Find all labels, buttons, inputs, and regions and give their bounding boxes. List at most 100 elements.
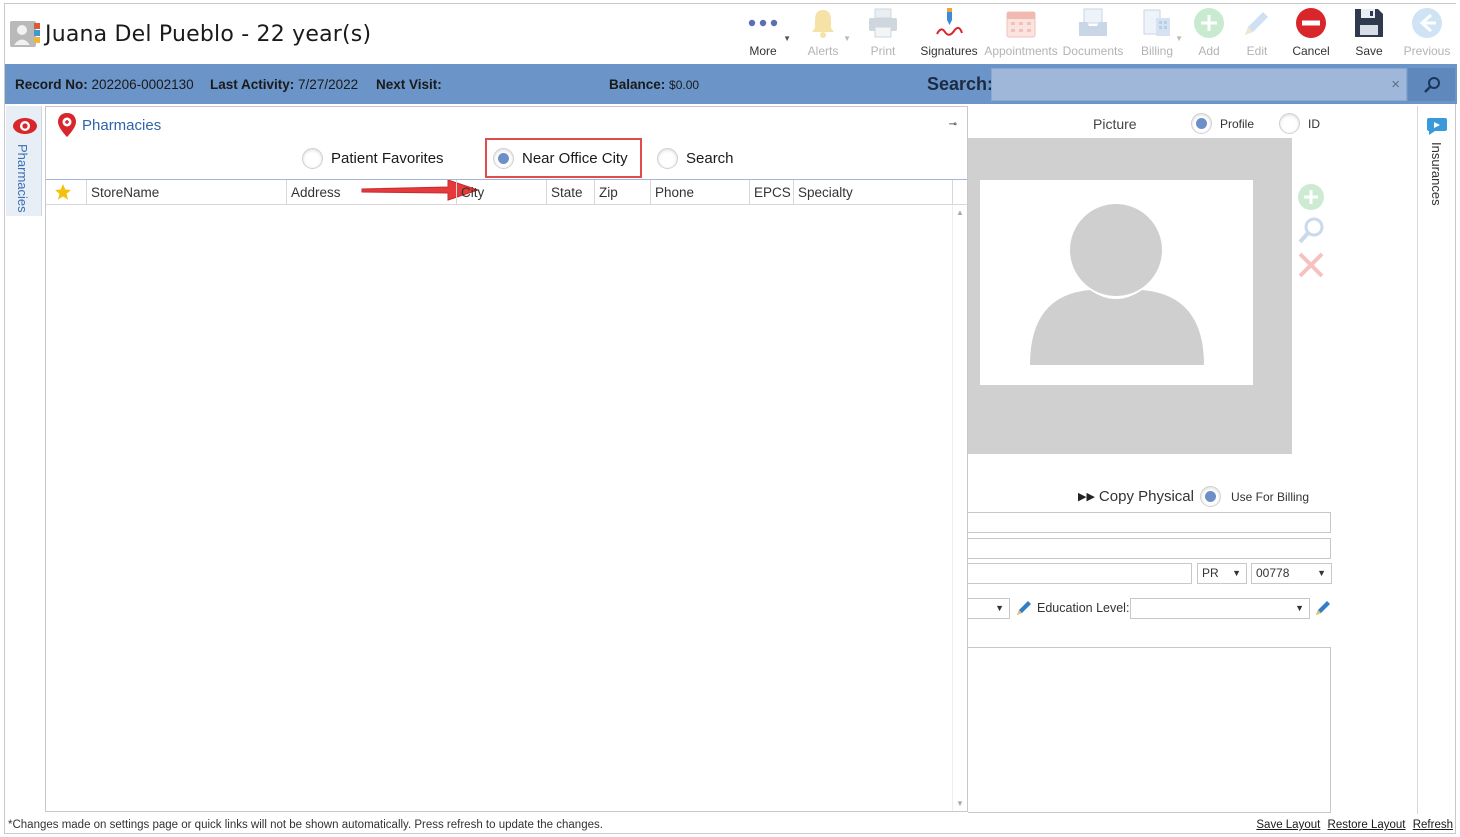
next-visit-label: Next Visit: bbox=[376, 77, 442, 92]
occupation-select[interactable]: ▼ bbox=[968, 598, 1010, 619]
column-header-phone[interactable]: Phone bbox=[651, 180, 750, 205]
save-button[interactable]: Save bbox=[1341, 6, 1397, 62]
address-line-1-field[interactable] bbox=[968, 512, 1331, 533]
edit-button[interactable]: Edit bbox=[1233, 6, 1281, 62]
toolbar-button-label: Alerts bbox=[807, 44, 839, 58]
toolbar-button-label: Save bbox=[1355, 44, 1383, 58]
pharmacies-title: Pharmacies bbox=[82, 117, 162, 134]
toolbar-button-label: Edit bbox=[1246, 44, 1268, 58]
toolbar-button-label: Appointments bbox=[984, 44, 1058, 58]
radio-profile[interactable]: Profile bbox=[1191, 113, 1254, 134]
vertical-scrollbar[interactable]: ▲ ▼ bbox=[952, 205, 967, 811]
copy-physical-button[interactable]: ▶▶ Copy Physical bbox=[1078, 488, 1194, 505]
patient-info-bar: Record No: 202206-0002130 Last Activity:… bbox=[5, 64, 1457, 104]
footer-bar: *Changes made on settings page or quick … bbox=[5, 816, 1457, 835]
signature-pen-icon bbox=[932, 6, 966, 40]
city-field[interactable] bbox=[968, 563, 1192, 584]
documents-tray-icon bbox=[1076, 6, 1110, 40]
state-select[interactable]: PR ▼ bbox=[1197, 563, 1247, 584]
toolbar-button-label: Print bbox=[870, 44, 896, 58]
more-button[interactable]: More ▼ bbox=[733, 6, 793, 62]
column-header-address[interactable]: Address bbox=[287, 180, 457, 205]
column-header-city[interactable]: City bbox=[457, 180, 547, 205]
avatar-placeholder-icon bbox=[1030, 204, 1204, 365]
location-pin-icon bbox=[58, 113, 76, 137]
insurances-side-tab-label: Insurances bbox=[1429, 142, 1444, 206]
toolbar-button-label: More bbox=[749, 44, 777, 58]
radio-label: ID bbox=[1308, 116, 1320, 131]
patient-name-title: Juana Del Pueblo - 22 year(s) bbox=[45, 22, 372, 47]
last-activity-value: 7/27/2022 bbox=[298, 77, 359, 92]
scroll-up-arrow-icon[interactable]: ▲ bbox=[956, 208, 964, 217]
search-clear-icon[interactable]: × bbox=[1391, 76, 1400, 93]
alerts-button[interactable]: Alerts ▼ bbox=[793, 6, 853, 62]
eye-icon bbox=[13, 118, 37, 134]
radio-dot-selected bbox=[1200, 486, 1221, 507]
column-header-zip[interactable]: Zip bbox=[595, 180, 651, 205]
dropdown-caret-icon[interactable]: ▼ bbox=[1175, 34, 1183, 43]
panel-pin-icon[interactable]: ⊸ bbox=[949, 119, 957, 130]
zip-select[interactable]: 00778 ▼ bbox=[1251, 563, 1332, 584]
double-arrow-icon: ▶▶ bbox=[1078, 491, 1095, 503]
previous-button[interactable]: Previous bbox=[1397, 6, 1457, 62]
search-button[interactable] bbox=[1408, 68, 1455, 101]
add-button[interactable]: Add bbox=[1185, 6, 1233, 62]
radio-label: Search bbox=[686, 150, 734, 167]
add-picture-icon[interactable] bbox=[1296, 182, 1326, 212]
dropdown-caret-icon[interactable]: ▼ bbox=[783, 34, 791, 43]
refresh-link[interactable]: Refresh bbox=[1413, 819, 1453, 831]
dropdown-caret-icon[interactable]: ▼ bbox=[843, 34, 851, 43]
pharmacies-panel: Pharmacies ⊸ Patient Favorites Near Offi… bbox=[45, 106, 968, 812]
column-header-epcs[interactable]: EPCS bbox=[750, 180, 794, 205]
toolbar-button-label: Documents bbox=[1062, 44, 1124, 58]
bell-icon bbox=[806, 6, 840, 40]
edit-pencil-icon[interactable] bbox=[1014, 598, 1034, 618]
education-level-select[interactable]: ▼ bbox=[1130, 598, 1310, 619]
chevron-down-icon: ▼ bbox=[1317, 568, 1326, 578]
billing-button[interactable]: Billing ▼ bbox=[1129, 6, 1185, 62]
appointments-button[interactable]: Appointments bbox=[984, 6, 1058, 62]
zip-value: 00778 bbox=[1256, 566, 1290, 580]
floppy-disk-icon bbox=[1352, 6, 1386, 40]
delete-picture-icon[interactable] bbox=[1296, 250, 1326, 280]
record-number: Record No: 202206-0002130 bbox=[15, 77, 194, 92]
address-line-2-field[interactable] bbox=[968, 538, 1331, 559]
search-input[interactable]: × bbox=[991, 68, 1407, 101]
favorite-column-header[interactable] bbox=[46, 180, 87, 205]
balance-label: Balance: bbox=[609, 77, 666, 92]
title-bar: Juana Del Pueblo - 22 year(s) More ▼ Alert… bbox=[5, 4, 1457, 64]
radio-label: Profile bbox=[1220, 116, 1255, 131]
signatures-button[interactable]: Signatures bbox=[913, 6, 985, 62]
zoom-picture-icon[interactable] bbox=[1296, 216, 1326, 246]
restore-layout-link[interactable]: Restore Layout bbox=[1328, 819, 1406, 831]
column-header-state[interactable]: State bbox=[547, 180, 595, 205]
column-header-specialty[interactable]: Specialty bbox=[794, 180, 953, 205]
radio-search[interactable]: Search bbox=[657, 148, 734, 169]
radio-patient-favorites[interactable]: Patient Favorites bbox=[302, 148, 444, 169]
toolbar-button-label: Cancel bbox=[1292, 44, 1330, 58]
print-button[interactable]: Print bbox=[853, 6, 913, 62]
cancel-button[interactable]: Cancel bbox=[1281, 6, 1341, 62]
save-layout-link[interactable]: Save Layout bbox=[1256, 819, 1320, 831]
toolbar-button-label: Add bbox=[1198, 44, 1220, 58]
pharmacies-side-tab[interactable]: Pharmacies bbox=[6, 106, 42, 216]
printer-icon bbox=[866, 6, 900, 40]
documents-button[interactable]: Documents bbox=[1057, 6, 1129, 62]
radio-id[interactable]: ID bbox=[1279, 113, 1320, 134]
search-label: Search: bbox=[927, 74, 994, 94]
column-header-storename[interactable]: StoreName bbox=[87, 180, 287, 205]
radio-dot bbox=[302, 148, 323, 169]
record-label: Record No: bbox=[15, 77, 88, 92]
layout-links: Save Layout Restore Layout Refresh bbox=[1252, 819, 1453, 831]
use-for-billing-toggle[interactable]: Use For Billing bbox=[1200, 486, 1309, 507]
edit-pencil-icon[interactable] bbox=[1313, 598, 1333, 618]
insurances-side-tab[interactable]: Insurances bbox=[1417, 106, 1455, 814]
toolbar-button-label: Previous bbox=[1403, 44, 1451, 58]
next-visit: Next Visit: bbox=[376, 77, 442, 92]
pharmacy-grid-header: StoreName Address City State Zip Phone E… bbox=[46, 179, 967, 205]
balance: Balance: $0.00 bbox=[609, 77, 699, 92]
notes-textarea[interactable] bbox=[968, 647, 1331, 813]
state-value: PR bbox=[1202, 566, 1219, 580]
scroll-down-arrow-icon[interactable]: ▼ bbox=[956, 799, 964, 808]
pharmacy-grid-body[interactable] bbox=[46, 205, 967, 811]
